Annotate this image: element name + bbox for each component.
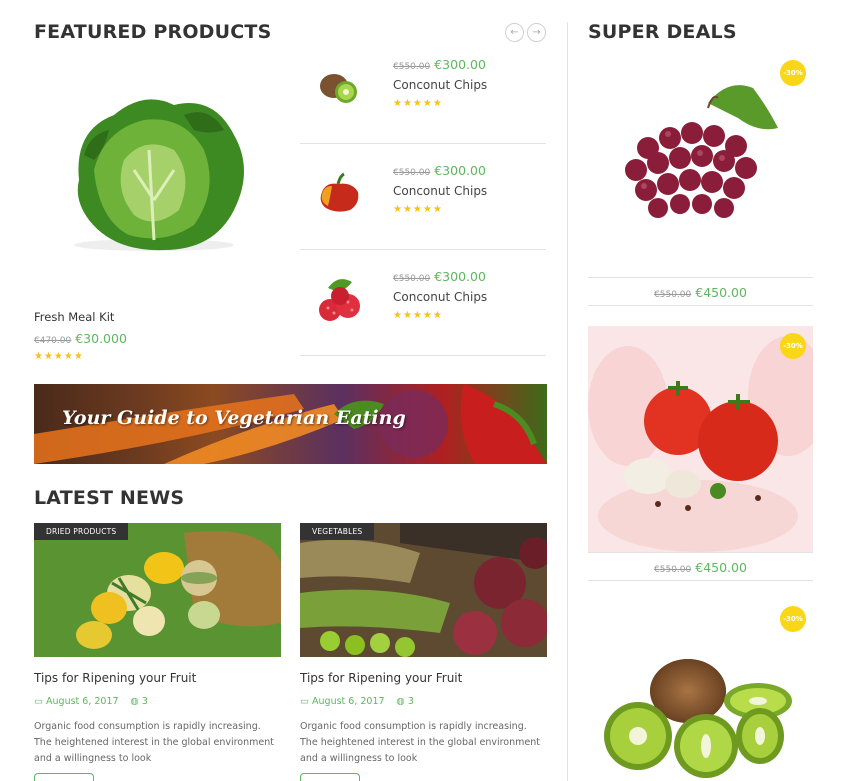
item-info: €550.00 €300.00 Conconut Chips ★★★★★ — [393, 266, 487, 321]
comment-count: 3 — [407, 696, 414, 707]
grapes-image[interactable]: -30% — [588, 58, 813, 277]
new-price: €450.00 — [695, 285, 747, 300]
raspberry-thumbnail[interactable] — [308, 268, 372, 332]
product-name[interactable]: Fresh Meal Kit — [34, 310, 274, 324]
news-excerpt: Organic food consumption is rapidly incr… — [34, 721, 274, 764]
tomatoes-image[interactable]: -30% — [588, 326, 828, 552]
new-price: €300.00 — [434, 57, 486, 72]
kiwi-image[interactable]: -30% — [588, 596, 813, 781]
category-tag[interactable]: DRIED PRODUCTS — [34, 523, 129, 540]
old-price: €550.00 — [654, 290, 692, 300]
deal-card[interactable]: -30% €550.00 €450.00 — [588, 326, 828, 581]
featured-products-heading: FEATURED PRODUCTS — [34, 21, 272, 43]
old-price: €550.00 — [393, 168, 431, 178]
comment-icon: ◍ — [396, 696, 405, 707]
kiwi-thumbnail[interactable] — [308, 56, 372, 120]
news-title[interactable]: Tips for Ripening your Fruit — [34, 671, 281, 685]
deal-card[interactable]: -30% — [588, 596, 813, 781]
pepper-thumbnail[interactable] — [308, 162, 372, 226]
lettuce-image[interactable] — [34, 60, 274, 300]
news-image-market[interactable]: VEGETABLES — [300, 523, 547, 657]
new-price: €300.00 — [434, 269, 486, 284]
old-price: €550.00 — [393, 62, 431, 72]
news-card[interactable]: VEGETABLES Tips for Ripening your Fruit … — [300, 523, 547, 781]
news-card[interactable]: DRIED PRODUCTS Tips for Ripening your Fr… — [34, 523, 281, 781]
featured-main-product[interactable]: Fresh Meal Kit €470.00 €30.000 ★★★★★ — [34, 60, 274, 362]
product-name[interactable]: Conconut Chips — [393, 78, 487, 92]
super-deals-heading: SUPER DEALS — [588, 21, 737, 43]
column-divider — [567, 22, 568, 781]
comment-icon: ◍ — [130, 696, 139, 707]
calendar-icon: ▭ — [300, 696, 309, 707]
rating-stars: ★★★★★ — [34, 351, 84, 362]
new-price: €30.000 — [75, 331, 127, 346]
banner-headline: Your Guide to Vegetarian Eating — [62, 407, 406, 429]
discount-badge: -30% — [780, 60, 806, 86]
product-name[interactable]: Conconut Chips — [393, 184, 487, 198]
news-meta: ▭ August 6, 2017 ◍ 3 — [34, 696, 281, 707]
featured-list-item[interactable]: €550.00 €300.00 Conconut Chips ★★★★★ — [300, 144, 546, 250]
deal-price: €550.00 €450.00 — [588, 277, 813, 306]
rating-stars: ★★★★★ — [393, 204, 443, 215]
discount-badge: -30% — [780, 606, 806, 632]
old-price: €470.00 — [34, 336, 72, 346]
read-more-button[interactable] — [34, 773, 94, 781]
news-excerpt: Organic food consumption is rapidly incr… — [300, 721, 540, 764]
old-price: €550.00 — [654, 565, 692, 575]
read-more-button[interactable] — [300, 773, 360, 781]
item-info: €550.00 €300.00 Conconut Chips ★★★★★ — [393, 54, 487, 109]
comment-count: 3 — [141, 696, 148, 707]
old-price: €550.00 — [393, 274, 431, 284]
calendar-icon: ▭ — [34, 696, 43, 707]
deal-price: €550.00 €450.00 — [588, 552, 813, 581]
category-tag[interactable]: VEGETABLES — [300, 523, 375, 540]
product-name[interactable]: Conconut Chips — [393, 290, 487, 304]
rating-stars: ★★★★★ — [393, 98, 443, 109]
news-title[interactable]: Tips for Ripening your Fruit — [300, 671, 547, 685]
featured-list-item[interactable]: €550.00 €300.00 Conconut Chips ★★★★★ — [300, 38, 546, 144]
latest-news-heading: LATEST NEWS — [34, 487, 185, 509]
rating-stars: ★★★★★ — [393, 310, 443, 321]
vegetarian-guide-banner[interactable]: Your Guide to Vegetarian Eating — [34, 384, 547, 464]
post-date: August 6, 2017 — [46, 696, 119, 707]
news-meta: ▭ August 6, 2017 ◍ 3 — [300, 696, 547, 707]
post-date: August 6, 2017 — [312, 696, 385, 707]
item-info: €550.00 €300.00 Conconut Chips ★★★★★ — [393, 160, 487, 215]
new-price: €450.00 — [695, 560, 747, 575]
news-image-squash[interactable]: DRIED PRODUCTS — [34, 523, 281, 657]
discount-badge: -30% — [780, 333, 806, 359]
deal-card[interactable]: -30% €550.00 €450.00 — [588, 58, 813, 306]
featured-list-item[interactable]: €550.00 €300.00 Conconut Chips ★★★★★ — [300, 250, 546, 356]
new-price: €300.00 — [434, 163, 486, 178]
